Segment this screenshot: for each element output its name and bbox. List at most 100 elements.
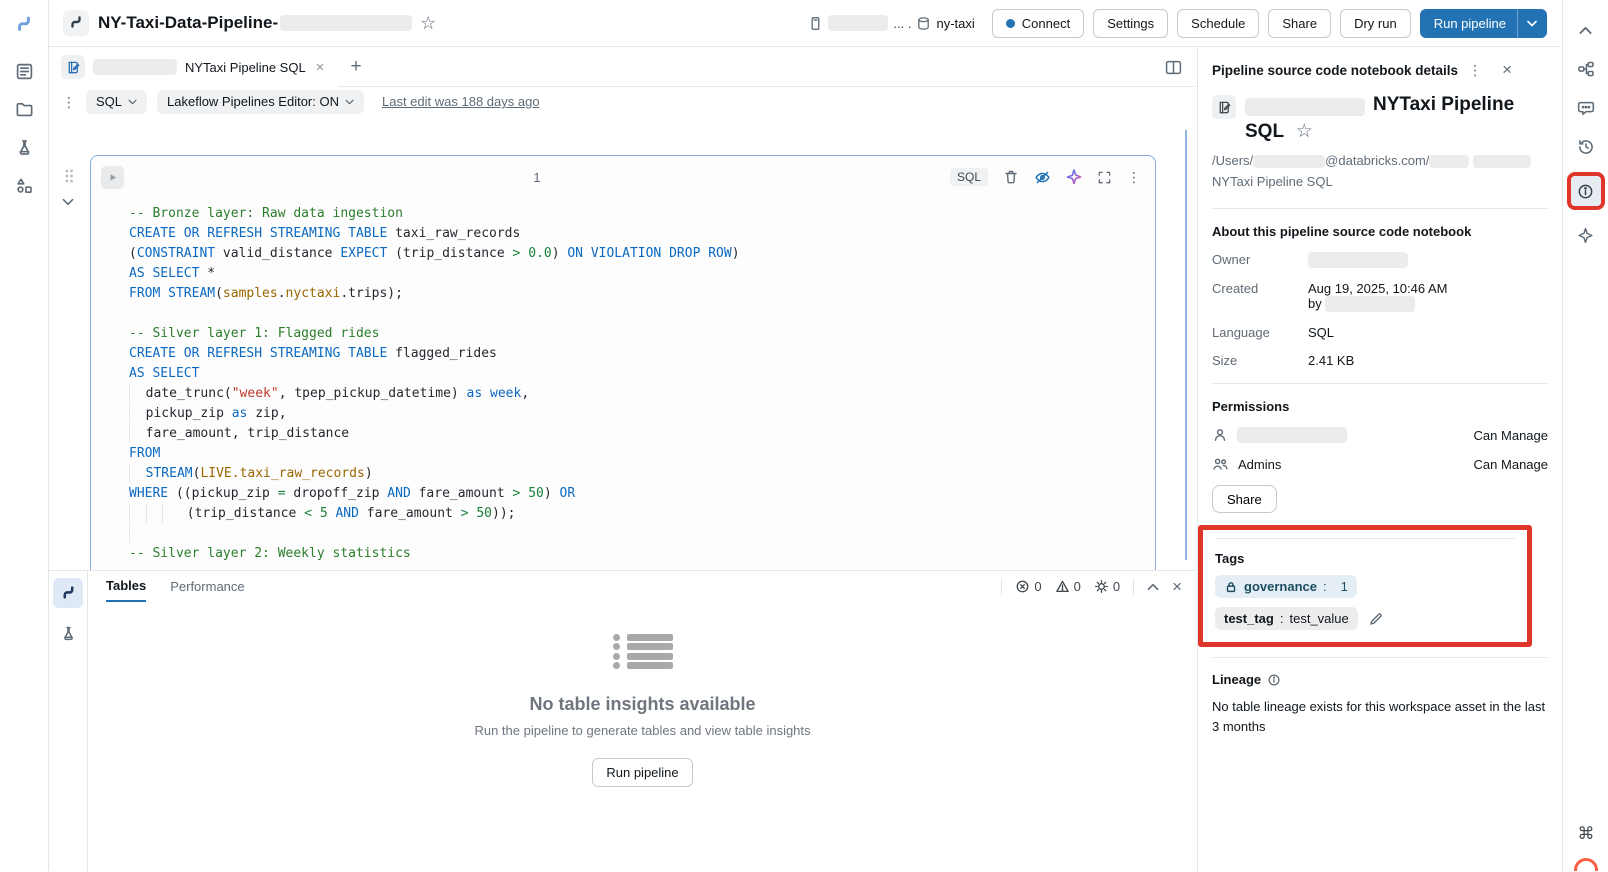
details-panel: Pipeline source code notebook details ⋮ … <box>1197 48 1562 871</box>
tag-governance-chip[interactable]: governance: 1 <box>1215 575 1357 598</box>
tab-tables[interactable]: Tables <box>106 572 146 602</box>
run-cell-button[interactable] <box>101 166 124 189</box>
notebook-toolbar: ⋮ SQL Lakeflow Pipelines Editor: ON Last… <box>49 88 1196 115</box>
collapse-panel-icon[interactable] <box>1147 583 1159 591</box>
warning-icon <box>1055 579 1070 594</box>
right-icon-rail: ⌘ <box>1562 0 1608 871</box>
details-info-icon[interactable] <box>1571 176 1601 206</box>
redacted-compute-name <box>828 15 888 31</box>
divider <box>1212 383 1548 384</box>
run-pipeline-button[interactable]: Run pipeline <box>1420 9 1547 38</box>
permission-row: Admins Can Manage <box>1212 456 1548 472</box>
sidebar-item-list[interactable] <box>0 52 48 90</box>
compute-context: ... . ny-taxi <box>808 15 974 32</box>
cell-language-badge[interactable]: SQL <box>950 168 988 186</box>
command-shortcuts-icon[interactable]: ⌘ <box>1578 824 1595 844</box>
tab-performance[interactable]: Performance <box>170 573 244 601</box>
empty-state-title: No table insights available <box>529 694 755 715</box>
redacted-owner <box>1308 252 1408 268</box>
tag-test-tag-chip[interactable]: test_tag:test_value <box>1215 607 1358 630</box>
cell-drag-handle-icon[interactable] <box>63 168 75 184</box>
fullscreen-icon[interactable] <box>1097 170 1112 185</box>
notebook-icon <box>61 55 85 79</box>
sidebar-item-shapes[interactable] <box>0 166 48 204</box>
comments-icon[interactable] <box>1572 94 1600 122</box>
list-icon <box>15 62 34 81</box>
share-permissions-button[interactable]: Share <box>1212 485 1277 513</box>
new-tab-button[interactable]: + <box>338 56 373 78</box>
favorite-star-icon[interactable]: ☆ <box>1296 121 1313 142</box>
delete-cell-icon[interactable] <box>1003 169 1019 185</box>
redacted-tab-prefix <box>93 59 177 75</box>
tab-nytaxi-pipeline-sql[interactable]: NYTaxi Pipeline SQL × <box>49 48 338 87</box>
cell-line-count: 1 <box>124 170 950 185</box>
hide-result-icon[interactable] <box>1034 169 1051 186</box>
database-name: ny-taxi <box>936 16 974 31</box>
advice-icon <box>1094 579 1109 594</box>
pipeline-panel-icon[interactable] <box>53 578 83 608</box>
dry-run-button[interactable]: Dry run <box>1340 9 1411 38</box>
connect-button[interactable]: Connect <box>992 9 1084 38</box>
sidebar-item-folder[interactable] <box>0 90 48 128</box>
share-button[interactable]: Share <box>1268 9 1331 38</box>
folder-icon <box>15 100 34 119</box>
cell-collapse-chevron-icon[interactable] <box>62 198 74 206</box>
last-edit-link[interactable]: Last edit was 188 days ago <box>382 94 540 109</box>
cell-kebab-icon[interactable]: ⋮ <box>1127 170 1141 184</box>
favorite-star-icon[interactable]: ☆ <box>420 14 436 32</box>
notebook-icon <box>1212 95 1236 119</box>
divider <box>1133 579 1134 595</box>
experiments-panel-icon[interactable] <box>53 618 83 648</box>
about-heading: About this pipeline source code notebook <box>1212 224 1548 239</box>
details-kebab-icon[interactable]: ⋮ <box>1468 63 1482 77</box>
highlight-box-tags: Tags governance: 1 test_tag:test_value <box>1198 525 1532 647</box>
error-count: 0 <box>1015 579 1041 594</box>
collapse-rail-chevron-icon[interactable] <box>1572 16 1600 44</box>
schedule-button[interactable]: Schedule <box>1177 9 1259 38</box>
error-icon <box>1015 579 1030 594</box>
sidebar-item-experiments[interactable] <box>0 128 48 166</box>
redacted-path-part <box>1473 155 1531 168</box>
edit-tags-icon[interactable] <box>1368 611 1384 627</box>
assistant-logo-partial-icon[interactable] <box>1574 858 1598 871</box>
language-selector[interactable]: SQL <box>86 90 147 114</box>
owner-row: Owner <box>1212 252 1548 268</box>
settings-button[interactable]: Settings <box>1093 9 1168 38</box>
code-area[interactable]: -- Bronze layer: Raw data ingestionCREAT… <box>91 198 1155 564</box>
permission-row: Can Manage <box>1212 427 1548 443</box>
run-pipeline-empty-button[interactable]: Run pipeline <box>592 758 692 787</box>
chevron-down-icon <box>128 99 137 105</box>
editor-mode-toggle[interactable]: Lakeflow Pipelines Editor: ON <box>157 90 364 114</box>
overview-ruler <box>1185 130 1187 560</box>
language-row: Language SQL <box>1212 325 1548 340</box>
title-bar: NY-Taxi-Data-Pipeline- ☆ ... . ny-taxi C… <box>49 0 1561 47</box>
chevron-down-icon[interactable] <box>1518 20 1546 27</box>
redacted-title-suffix <box>280 15 412 31</box>
details-close-icon[interactable]: × <box>1502 60 1512 80</box>
table-insights-placeholder-icon <box>613 631 673 672</box>
advice-count: 0 <box>1094 579 1120 594</box>
lineage-nodes-icon[interactable] <box>1572 55 1600 83</box>
tab-close-icon[interactable]: × <box>314 59 327 76</box>
permissions-heading: Permissions <box>1212 399 1548 414</box>
page-title: NY-Taxi-Data-Pipeline- <box>98 13 278 33</box>
assistant-sparkle-icon[interactable] <box>1066 169 1082 185</box>
pipeline-icon <box>20 18 29 29</box>
split-view-icon[interactable] <box>1165 60 1182 75</box>
warning-count: 0 <box>1055 579 1081 594</box>
version-history-icon[interactable] <box>1572 133 1600 161</box>
created-row: Created Aug 19, 2025, 10:46 AM by <box>1212 281 1548 313</box>
notebook-title-row: NYTaxi Pipeline SQL ☆ <box>1212 92 1548 145</box>
pipeline-nav-icon[interactable] <box>0 6 48 44</box>
empty-state: No table insights available Run the pipe… <box>89 631 1196 787</box>
size-row: Size 2.41 KB <box>1212 353 1548 368</box>
close-panel-icon[interactable]: × <box>1172 577 1182 597</box>
cell-toolbar: SQL ⋮ <box>950 168 1141 186</box>
lock-icon <box>1224 580 1238 594</box>
lineage-empty-text: No table lineage exists for this workspa… <box>1212 697 1548 736</box>
divider <box>1212 657 1548 658</box>
assistant-sparkle-icon[interactable] <box>1572 221 1600 249</box>
details-panel-title: Pipeline source code notebook details <box>1212 63 1458 78</box>
toolbar-kebab-icon[interactable]: ⋮ <box>62 95 76 109</box>
notebook-tab-bar: NYTaxi Pipeline SQL × + <box>49 48 1196 87</box>
